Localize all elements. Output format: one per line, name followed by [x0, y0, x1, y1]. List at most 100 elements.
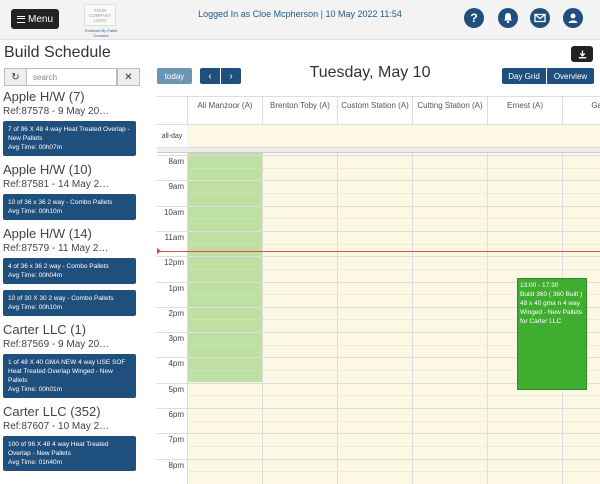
hour-line [187, 408, 600, 409]
time-label: 5pm [168, 384, 184, 394]
search-input[interactable]: search [27, 68, 117, 86]
gutter-line [157, 205, 187, 207]
current-time-arrow [157, 247, 161, 255]
time-label: 4pm [168, 359, 184, 369]
group-ref: Ref:87579 - 11 May 2… [3, 243, 109, 254]
hour-line [187, 433, 600, 435]
download-icon [578, 50, 586, 58]
view-day-grid-button[interactable]: Day Grid [502, 68, 546, 84]
task-avg-time: Avg Time: 00h04m [8, 272, 63, 279]
column-header: Ernest (A) [487, 97, 562, 124]
task-card[interactable]: 1 of 48 X 40 GMA NEW 4 way USE SOF Heat … [3, 354, 136, 398]
time-slots[interactable]: 13:00 - 17:30 Build 360 ( 360 Built ) 48… [187, 153, 600, 484]
close-icon: ✕ [124, 71, 133, 83]
chevron-right-icon: › [229, 70, 233, 82]
group-ref: Ref:87607 - 10 May 2… [3, 421, 110, 432]
hour-line [187, 458, 600, 460]
calendar-event[interactable]: 13:00 - 17:30 Build 360 ( 360 Built ) 48… [517, 278, 587, 390]
group-ref: Ref:87578 - 9 May 20… [3, 106, 110, 117]
column-line [412, 153, 413, 484]
time-label: 8am [168, 157, 184, 166]
event-title: Build 360 ( 360 Built ) 48 x 40 gma n 4 … [520, 291, 583, 325]
hour-line [187, 256, 600, 258]
hour-line [187, 230, 600, 232]
chevron-left-icon: ‹ [208, 70, 212, 82]
time-label: 9am [168, 182, 184, 192]
task-card[interactable]: 7 of 96 X 48 4 way Heat Treated Overlap … [3, 121, 136, 156]
refresh-button[interactable]: ↻ [4, 68, 27, 86]
mail-icon[interactable] [530, 8, 550, 28]
order-list: Apple H/W (7) Ref:87578 - 9 May 20… 7 of… [0, 89, 145, 484]
half-hour-line [187, 218, 600, 220]
time-label: 10am [163, 207, 184, 217]
hamburger-icon [16, 15, 25, 23]
page-title: Build Schedule [4, 44, 111, 61]
gutter-line [157, 433, 187, 435]
task-desc: 10 of 36 x 36 2 way - Combo Pallets [8, 199, 113, 206]
logged-in-status: Logged In as Cloe Mcpherson | 10 May 202… [198, 9, 402, 19]
time-label: 11am [164, 232, 184, 242]
gutter-line [157, 306, 187, 308]
menu-label: Menu [27, 13, 53, 25]
allday-row[interactable] [187, 124, 600, 148]
clear-search-button[interactable]: ✕ [117, 68, 140, 86]
calendar-grid: Ali Manzoor (A) Brenton Toby (A) Custom … [157, 96, 600, 484]
column-header: Brenton Toby (A) [262, 97, 337, 124]
group-ref: Ref:87569 - 9 May 20… [3, 339, 110, 350]
task-card[interactable]: 10 of 36 x 36 2 way - Combo Pallets Avg … [3, 194, 136, 220]
user-icon[interactable] [563, 8, 583, 28]
column-header: Gary [562, 97, 600, 124]
task-desc: 10 of 30 X 30 2 way - Combo Pallets [8, 295, 114, 302]
group-title: Apple H/W (10) [3, 162, 92, 177]
bell-glyph [504, 13, 512, 24]
half-hour-line [187, 445, 600, 447]
half-hour-line [187, 471, 600, 473]
task-desc: 7 of 96 X 48 4 way Heat Treated Overlap … [8, 126, 130, 142]
half-hour-line [187, 243, 600, 245]
task-card[interactable]: 4 of 36 x 36 2 way - Combo Pallets Avg T… [3, 258, 136, 284]
group-title: Carter LLC (352) [3, 404, 101, 419]
user-glyph [568, 13, 578, 23]
column-line [487, 153, 488, 484]
task-avg-time: Avg Time: 00h07m [8, 144, 63, 151]
prev-day-button[interactable]: ‹ [200, 68, 220, 84]
task-desc: 1 of 48 X 40 GMA NEW 4 way USE SOF Heat … [8, 359, 126, 384]
next-day-button[interactable]: › [221, 68, 241, 84]
half-hour-line [187, 268, 600, 270]
bell-icon[interactable] [498, 8, 518, 28]
group-title: Apple H/W (7) [3, 89, 85, 104]
group-title: Apple H/W (14) [3, 226, 92, 241]
gutter-line [157, 382, 187, 384]
hour-line [187, 205, 600, 207]
menu-button[interactable]: Menu [11, 9, 59, 29]
task-card[interactable]: 10 of 30 X 30 2 way - Combo Pallets Avg … [3, 290, 136, 316]
today-button[interactable]: today [157, 68, 192, 84]
time-label: 8pm [168, 460, 184, 470]
gutter-line [157, 408, 187, 409]
task-avg-time: Avg Time: 00h10m [8, 208, 63, 215]
help-icon[interactable]: ? [464, 8, 484, 28]
time-label: 6pm [168, 410, 184, 419]
task-avg-time: Avg Time: 01h40m [8, 459, 63, 466]
time-label: 2pm [168, 308, 184, 318]
column-header: Ali Manzoor (A) [187, 97, 262, 124]
task-card[interactable]: 100 of 96 X 48 4 way Heat Treated Overla… [3, 436, 136, 471]
task-desc: 4 of 36 x 36 2 way - Combo Pallets [8, 263, 109, 270]
gutter-line [157, 230, 187, 232]
company-logo: YOUR COMPANY LOGO [84, 4, 116, 26]
current-time-line [157, 251, 600, 252]
hour-line [187, 155, 600, 156]
envelope-glyph [534, 13, 546, 23]
column-line [187, 153, 188, 484]
view-overview-button[interactable]: Overview [547, 68, 594, 84]
column-line [262, 153, 263, 484]
group-title: Carter LLC (1) [3, 322, 87, 337]
task-avg-time: Avg Time: 00h10m [8, 304, 63, 311]
gutter-line [157, 458, 187, 460]
time-label: 1pm [168, 283, 184, 293]
gutter-line [157, 332, 187, 334]
gutter-line [157, 256, 187, 258]
busy-block [187, 153, 262, 382]
calendar-title: Tuesday, May 10 [309, 64, 431, 81]
download-button[interactable] [571, 46, 593, 62]
